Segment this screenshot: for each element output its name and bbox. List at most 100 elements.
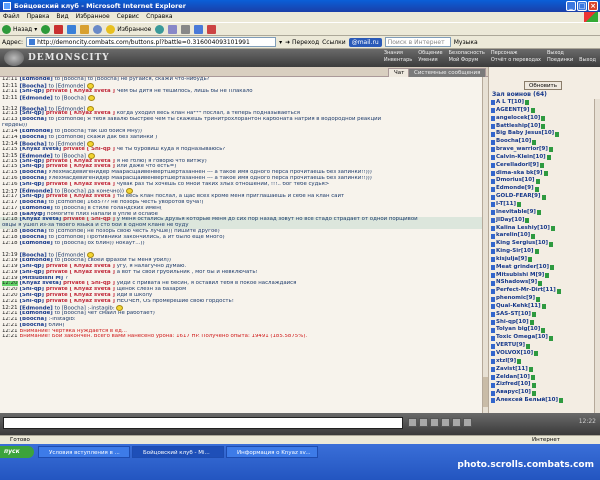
player-row[interactable]: dima-ska bk[9] <box>491 170 595 178</box>
private-recipient[interactable]: private [ Knyaz sveta ] <box>46 159 115 164</box>
private-chat-icon[interactable] <box>491 116 495 122</box>
game-menu-item[interactable]: Общение <box>418 50 442 57</box>
player-row[interactable]: Алексей Белый[10] <box>491 397 595 405</box>
player-row[interactable]: Mitsubishi M[9] <box>491 272 595 280</box>
task-button[interactable]: Условия вступления в ... <box>38 446 130 458</box>
private-recipient[interactable]: private [ Shi-qp ] <box>63 281 115 286</box>
menu-edit[interactable]: Правка <box>27 12 50 22</box>
message-sender[interactable]: [Boocha] <box>20 170 49 175</box>
player-info-icon[interactable] <box>541 304 546 310</box>
player-name[interactable]: Tolyan big[10] <box>496 326 540 334</box>
music-button[interactable]: Музыка <box>454 39 478 46</box>
message-sender[interactable]: [Boocha] <box>20 135 49 140</box>
player-info-icon[interactable] <box>558 398 563 404</box>
player-row[interactable]: I-T[11] <box>491 201 595 209</box>
private-recipient[interactable]: private [ Knyaz sveta ] <box>46 287 115 292</box>
player-info-icon[interactable] <box>538 280 543 286</box>
game-menu-item[interactable]: Выход <box>579 57 596 64</box>
player-name[interactable]: Mitsubishi M[9] <box>496 272 544 280</box>
private-chat-icon[interactable] <box>491 382 495 388</box>
private-chat-icon[interactable] <box>491 233 495 239</box>
player-name[interactable]: xtzl[9] <box>496 358 516 366</box>
back-button[interactable]: Назад ▾ <box>2 24 37 34</box>
private-recipient[interactable]: private [ Knyaz sveta ] <box>46 299 115 304</box>
message-sender[interactable]: [Boocha] <box>20 117 49 122</box>
player-info-icon[interactable] <box>534 186 539 192</box>
message-sender[interactable]: [Knyaz sveta] <box>20 281 64 286</box>
maximize-icon[interactable]: □ <box>577 1 587 11</box>
game-menu-item[interactable]: Отчёт о переводах <box>491 57 541 64</box>
mailru-button[interactable]: @mail.ru <box>348 37 382 47</box>
player-row[interactable]: Toxic Omega[10] <box>491 334 595 342</box>
private-recipient[interactable]: private [ Knyaz sveta ] <box>46 264 115 269</box>
player-row[interactable]: Big Baby Jesus[10] <box>491 130 595 138</box>
private-recipient[interactable]: private [ Shi-qp ] <box>63 217 115 222</box>
private-recipient[interactable]: private [ Shi-qp ] <box>63 147 115 152</box>
translit-icon[interactable] <box>463 418 472 427</box>
private-chat-icon[interactable] <box>491 210 495 216</box>
player-info-icon[interactable] <box>534 351 539 357</box>
task-button[interactable]: Информация о Knyaz sv... <box>226 446 318 458</box>
private-chat-icon[interactable] <box>491 312 495 318</box>
private-chat-icon[interactable] <box>491 155 495 161</box>
player-row[interactable]: Edmonde[9] <box>491 185 595 193</box>
private-chat-icon[interactable] <box>491 320 495 326</box>
favorites-button[interactable]: Избранное <box>106 24 151 34</box>
player-row[interactable]: Cerelladorl[9] <box>491 162 595 170</box>
private-chat-icon[interactable] <box>491 171 495 177</box>
message-sender[interactable]: [Shi-qp] <box>20 111 46 116</box>
player-name[interactable]: Zizfred[10] <box>496 381 531 389</box>
player-name[interactable]: JIDay[10] <box>496 217 524 225</box>
links-button[interactable]: Ссылки <box>322 39 346 46</box>
player-info-icon[interactable] <box>536 210 541 216</box>
search-icon[interactable] <box>93 24 103 34</box>
game-menu-item[interactable]: Знания <box>384 50 412 57</box>
player-name[interactable]: Inevitable[9] <box>496 209 536 217</box>
player-row[interactable]: King-Sir[10] <box>491 248 595 256</box>
game-menu-item[interactable]: Инвентарь <box>384 57 412 64</box>
player-info-icon[interactable] <box>555 131 560 137</box>
player-name[interactable]: kisjulja[9] <box>496 256 527 264</box>
private-chat-icon[interactable] <box>491 178 495 184</box>
message-sender[interactable]: [Edmonde] <box>20 77 55 82</box>
private-chat-icon[interactable] <box>491 288 495 294</box>
player-name[interactable]: AGEENT[9] <box>496 107 530 115</box>
player-name[interactable]: A L T[10] <box>496 99 524 107</box>
settings-icon[interactable] <box>452 418 461 427</box>
player-info-icon[interactable] <box>541 116 546 122</box>
player-row[interactable]: King Sergius[10] <box>491 240 595 248</box>
private-recipient[interactable]: private [ Knyaz sveta ] <box>46 194 115 199</box>
player-row[interactable]: Kalina Leshiy[10] <box>491 225 595 233</box>
player-info-icon[interactable] <box>525 218 530 224</box>
player-row[interactable]: VOLVOX[10] <box>491 350 595 358</box>
home-icon[interactable] <box>80 24 90 34</box>
menu-view[interactable]: Вид <box>56 12 68 22</box>
player-name[interactable]: Аварус[10] <box>496 389 531 397</box>
start-button[interactable]: пуск <box>0 446 34 458</box>
player-info-icon[interactable] <box>545 272 550 278</box>
player-row[interactable]: Аварус[10] <box>491 389 595 397</box>
player-name[interactable]: Zeldan[10] <box>496 374 530 382</box>
private-chat-icon[interactable] <box>491 123 495 129</box>
player-info-icon[interactable] <box>527 257 532 263</box>
send-icon[interactable] <box>408 418 417 427</box>
player-row[interactable]: brave_warrior[9] <box>491 146 595 154</box>
player-row[interactable]: Tolyan big[10] <box>491 326 595 334</box>
player-info-icon[interactable] <box>528 367 533 373</box>
private-chat-icon[interactable] <box>491 327 495 333</box>
private-recipient[interactable]: private [ Knyaz sveta ] <box>46 164 115 169</box>
private-chat-icon[interactable] <box>491 225 495 231</box>
private-chat-icon[interactable] <box>491 257 495 263</box>
player-row[interactable]: Boocha[10] <box>491 138 595 146</box>
private-chat-icon[interactable] <box>491 186 495 192</box>
player-row[interactable]: Perfect-Mr-Dirt[11] <box>491 287 595 295</box>
menu-help[interactable]: Справка <box>146 12 172 22</box>
player-row[interactable]: Zavist[11] <box>491 366 595 374</box>
player-name[interactable]: angelocek[10] <box>496 115 540 123</box>
private-chat-icon[interactable] <box>491 139 495 145</box>
player-info-icon[interactable] <box>534 249 539 255</box>
player-info-icon[interactable] <box>541 327 546 333</box>
message-sender[interactable]: [Shi-qp] <box>20 299 46 304</box>
player-info-icon[interactable] <box>525 100 530 106</box>
refresh-button[interactable]: Обновить <box>524 81 562 90</box>
